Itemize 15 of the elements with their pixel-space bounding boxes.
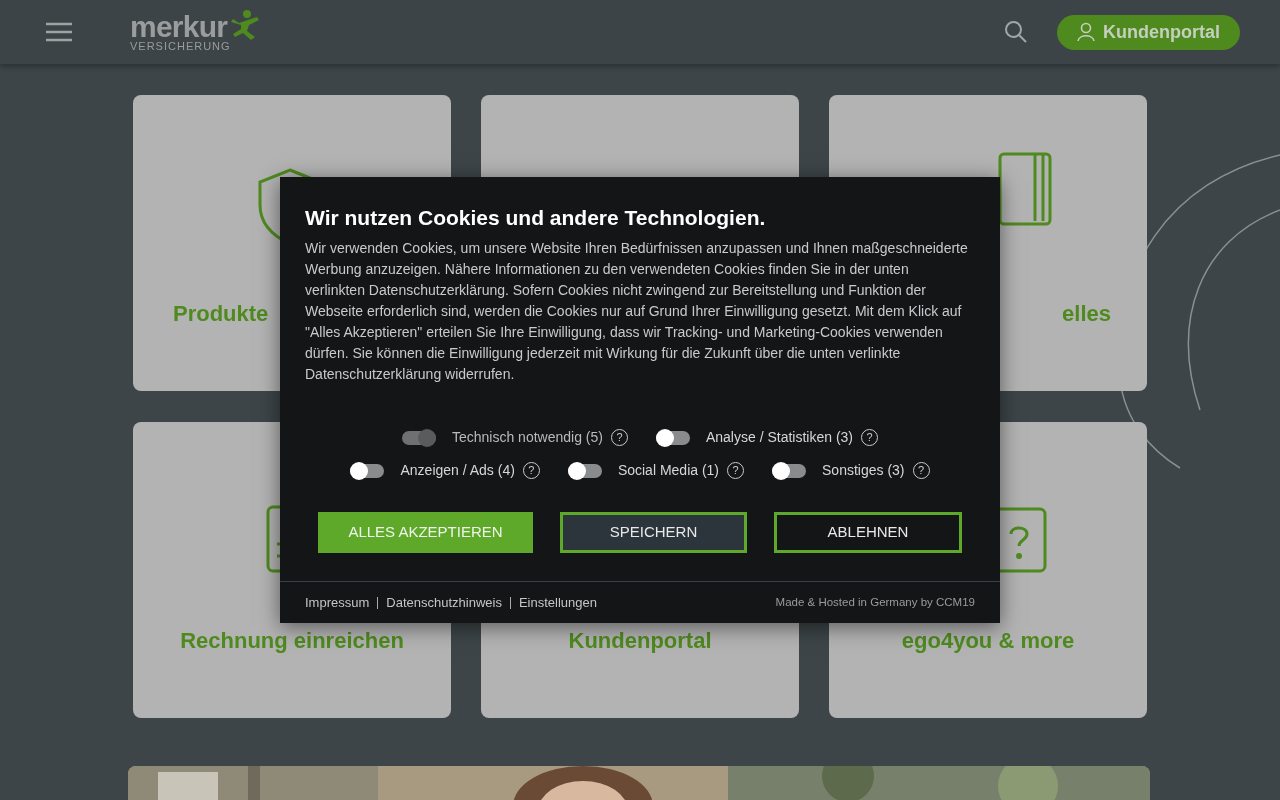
toggle-label: Anzeigen / Ads (4) [400,461,515,480]
logo-tagline: VERSICHERUNG [130,40,231,52]
credit-text: Made & Hosted in Germany by CCM19 [775,594,975,610]
toggle-label: Technisch notwendig (5) [451,428,603,447]
toggle-label: Analyse / Statistiken (3) [705,428,853,447]
dialog-title: Wir nutzen Cookies und andere Technologien. [305,205,767,231]
toggle-label: Social Media (1) [617,461,720,480]
logo-wordmark: merkur [130,12,228,41]
tile-title: Kundenportal [567,627,713,655]
tile-title: Rechnung einreichen [179,627,405,655]
tile-title: Produkte [173,300,269,328]
tile-title: ego4you & more [900,627,1076,655]
tile-title: elles [1062,300,1111,328]
dialog-text: Wir verwenden Cookies, um unsere Website Ihren Bedürfnissen anzupassen und Ihnen maßgeschneiderte Werbung anzuzeigen. Nähere Informationen zu den verwendeten Cookies finden Sie in der unten verlinkten Datenschutzerklärung. Sofern Cookies nicht zwingend zur Bereitstellung und Funktion der Webseite erforderlich sind, werden die Cookies nur auf Grund Ihrer Einwilligung gesetzt. Mit dem Klick auf "Alles Akzeptieren" erteilen Sie Ihre Einwilligung, dass wir Tracking- und Marketing-Cookies verwenden dürfen. Sie können die Einwilligung jederzeit mit Wirkung für die Zukunft über die unten verlinkte Datenschutzerklärung widerrufen. [305,239,969,384]
toggle-label: Sonstiges (3) [822,461,905,480]
